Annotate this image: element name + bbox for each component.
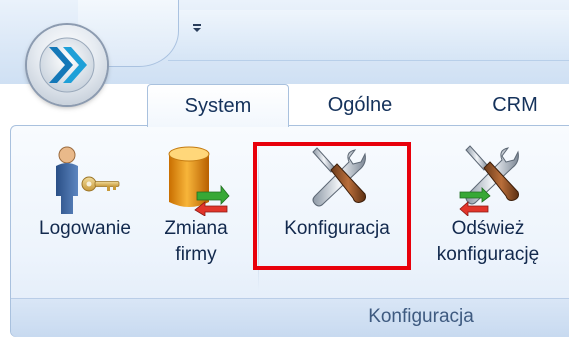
tab-ogolne-label: Ogólne: [327, 93, 393, 116]
group-caption-konfiguracja: Konfiguracja: [368, 306, 474, 327]
quick-access-toolbar: [168, 10, 569, 61]
logowanie-label: Logowanie: [39, 218, 131, 239]
odswiez-label-line-1: Odśwież: [451, 218, 525, 239]
app-orb-chevrons-icon: [39, 37, 95, 93]
konfiguracja-label: Konfiguracja: [284, 218, 390, 239]
database-switch-icon: [168, 146, 230, 216]
konfiguracja-button[interactable]: Konfiguracja: [261, 144, 413, 242]
odswiez-konfiguracje-button[interactable]: Odśwież konfigurację: [421, 144, 555, 268]
group-separator: [258, 140, 259, 290]
ribbon-panel: Logowanie Zmiana firmy Konfiguracja Odśw…: [10, 125, 569, 337]
odswiez-label-line-2: konfigurację: [436, 244, 540, 265]
tab-system-label: System: [184, 94, 252, 117]
tools-refresh-icon: [459, 145, 519, 216]
tab-system[interactable]: System: [147, 84, 289, 127]
tab-crm-label: CRM: [492, 93, 538, 116]
logowanie-button[interactable]: Logowanie: [29, 144, 141, 242]
zmiana-firmy-button[interactable]: Zmiana firmy: [151, 144, 241, 268]
tools-icon: [312, 147, 366, 207]
application-window: System Ogólne CRM Logowanie Zmiana firmy…: [0, 0, 569, 339]
tab-ogolne[interactable]: Ogólne: [300, 84, 420, 126]
tab-crm[interactable]: CRM: [470, 84, 560, 126]
zmiana-firmy-label-line-2: firmy: [175, 244, 217, 265]
zmiana-firmy-label-line-1: Zmiana: [164, 218, 228, 239]
application-menu-button[interactable]: [27, 25, 107, 105]
customize-quick-access-icon[interactable]: [190, 22, 204, 38]
user-key-icon: [56, 146, 120, 214]
